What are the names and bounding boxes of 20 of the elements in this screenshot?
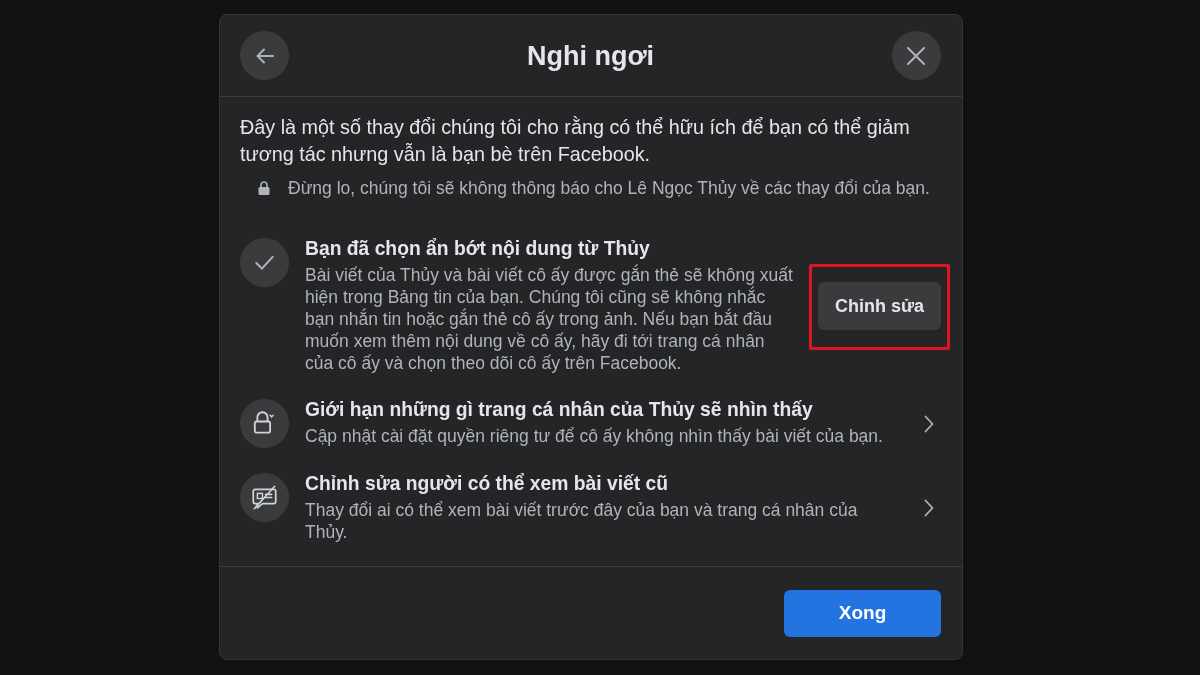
lock-icon xyxy=(258,181,270,195)
option-description: Cập nhật cài đặt quyền riêng tư để cô ấy không nhìn thấy bài viết của bạn. xyxy=(305,425,884,447)
chevron-right-icon xyxy=(924,499,934,517)
option-description: Bài viết của Thủy và bài viết cô ấy được gắn thẻ sẽ không xuất hiện trong Bảng tin của bạn. Chúng tôi cũng sẽ không nhắc bạn nhắn tin hoặc gắn thẻ cô ấy trong ảnh. Nếu bạn bắt đầu muốn xem thêm nội dung về cô ấy, hãy đi tới trang cá nhân của cô ấy và chọn theo dõi cô ấy trên Facebook. xyxy=(305,264,794,374)
dialog-title: Nghi ngơi xyxy=(526,39,655,72)
option-description: Thay đổi ai có thể xem bài viết trước đây của bạn và trang cá nhân của Thủy. xyxy=(305,499,859,543)
done-button[interactable]: Xong xyxy=(784,589,941,637)
option-title: Giới hạn những gì trang cá nhân của Thủy sẽ nhìn thấy xyxy=(305,399,814,421)
option-title: Bạn đã chọn ẩn bớt nội dung từ Thủy xyxy=(305,238,651,260)
lock-icon xyxy=(240,399,289,448)
intro-text: Đây là một số thay đổi chúng tôi cho rằng có thể hữu ích để bạn có thể giảm tương tác nhưng vẫn là bạn bè trên Facebook. xyxy=(240,115,911,167)
close-icon xyxy=(906,45,927,66)
back-button[interactable] xyxy=(240,31,289,80)
checkmark-icon xyxy=(240,238,289,287)
slashed-chat-bubble-icon xyxy=(240,473,289,522)
privacy-note: Đừng lo, chúng tôi sẽ không thông báo cho Lê Ngọc Thủy về các thay đổi của bạn. xyxy=(288,178,930,198)
chevron-right-icon xyxy=(924,414,934,433)
edit-button[interactable]: Chỉnh sửa xyxy=(818,282,941,330)
close-button[interactable] xyxy=(892,31,941,80)
option-title: Chỉnh sửa người có thể xem bài viết cũ xyxy=(305,473,670,495)
